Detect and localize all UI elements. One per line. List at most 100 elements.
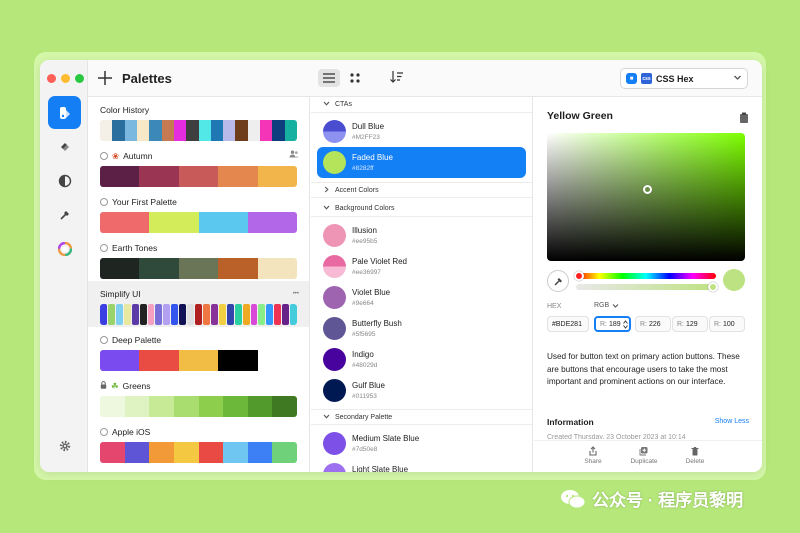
- color-swatch[interactable]: [178, 350, 219, 371]
- color-swatch[interactable]: [124, 396, 150, 417]
- color-swatch[interactable]: [250, 304, 258, 325]
- color-swatch[interactable]: [218, 350, 258, 371]
- saturation-knob[interactable]: [643, 185, 652, 194]
- color-swatch[interactable]: [198, 396, 224, 417]
- chevron-down-icon[interactable]: [323, 413, 330, 422]
- alpha-knob[interactable]: [708, 282, 718, 292]
- eyedropper-button[interactable]: [547, 270, 569, 292]
- radio-button[interactable]: [100, 198, 108, 206]
- color-swatch[interactable]: [173, 120, 187, 141]
- color-swatch[interactable]: [247, 396, 273, 417]
- color-swatch[interactable]: [147, 304, 155, 325]
- close-window-button[interactable]: [47, 74, 56, 83]
- color-swatch[interactable]: [173, 442, 199, 463]
- chevron-down-icon[interactable]: [323, 100, 330, 109]
- palette-row[interactable]: Apple iOS: [88, 419, 309, 465]
- color-swatch[interactable]: [257, 258, 297, 279]
- palette-swatch-strip[interactable]: [100, 304, 297, 325]
- color-swatch[interactable]: [247, 212, 297, 233]
- color-row[interactable]: Light Slate Blue: [317, 459, 526, 472]
- more-icon[interactable]: •••: [293, 291, 299, 297]
- color-swatch[interactable]: [266, 304, 274, 325]
- color-swatch[interactable]: [274, 304, 282, 325]
- settings-button[interactable]: [48, 438, 81, 454]
- color-swatch[interactable]: [124, 442, 150, 463]
- color-swatch[interactable]: [124, 120, 137, 141]
- alpha-slider[interactable]: [576, 284, 716, 290]
- color-row[interactable]: Pale Violet Red #ee36997: [317, 251, 526, 282]
- color-swatch[interactable]: [187, 304, 195, 325]
- color-swatch[interactable]: [139, 350, 179, 371]
- list-view-button[interactable]: [318, 69, 340, 87]
- color-swatch[interactable]: [247, 442, 273, 463]
- red-input[interactable]: R: 189: [594, 316, 631, 332]
- color-swatch[interactable]: [260, 120, 273, 141]
- color-swatch[interactable]: [139, 304, 147, 325]
- color-swatch[interactable]: [226, 304, 234, 325]
- color-swatch[interactable]: [115, 304, 123, 325]
- duplicate-button[interactable]: Duplicate: [619, 446, 669, 465]
- color-swatch[interactable]: [198, 442, 224, 463]
- palette-row[interactable]: Earth Tones: [88, 235, 309, 281]
- color-swatch[interactable]: [242, 304, 250, 325]
- color-swatch[interactable]: [107, 304, 115, 325]
- palette-swatch-strip[interactable]: [100, 166, 297, 187]
- color-swatch[interactable]: [198, 120, 211, 141]
- green-input[interactable]: R: 226: [635, 316, 671, 332]
- color-swatch[interactable]: [161, 120, 174, 141]
- color-row[interactable]: Violet Blue #9e664: [317, 282, 526, 313]
- color-swatch[interactable]: [186, 120, 199, 141]
- color-row[interactable]: Butterfly Bush #5f5695: [317, 313, 526, 344]
- color-swatch[interactable]: [257, 166, 297, 187]
- color-swatch[interactable]: [282, 304, 290, 325]
- color-swatch[interactable]: [258, 304, 266, 325]
- color-swatch[interactable]: [290, 304, 297, 325]
- palette-swatch-strip[interactable]: [100, 442, 297, 463]
- radio-button[interactable]: [100, 244, 108, 252]
- color-swatch[interactable]: [223, 396, 248, 417]
- palette-row[interactable]: Your First Palette: [88, 189, 309, 235]
- color-swatch[interactable]: [149, 396, 174, 417]
- rgb-mode-select[interactable]: RGB: [594, 302, 619, 309]
- color-group-header[interactable]: Secondary Palette: [311, 409, 532, 425]
- color-swatch[interactable]: [218, 166, 258, 187]
- color-swatch[interactable]: [234, 304, 242, 325]
- palette-swatch-strip[interactable]: [100, 350, 297, 371]
- rail-eyedropper-button[interactable]: [48, 198, 81, 231]
- zoom-window-button[interactable]: [75, 74, 84, 83]
- rail-color-wheel-button[interactable]: [48, 232, 81, 265]
- rail-palettes-button[interactable]: [48, 96, 81, 129]
- delete-button[interactable]: Delete: [670, 446, 720, 465]
- show-less-button[interactable]: Show Less: [715, 418, 749, 425]
- palette-row[interactable]: Deep Palette: [88, 327, 309, 373]
- share-button[interactable]: Share: [568, 446, 618, 465]
- color-swatch[interactable]: [223, 442, 248, 463]
- color-swatch[interactable]: [210, 120, 224, 141]
- color-swatch[interactable]: [257, 350, 297, 371]
- color-swatch[interactable]: [100, 166, 140, 187]
- color-swatch[interactable]: [178, 258, 219, 279]
- color-swatch[interactable]: [247, 120, 261, 141]
- color-row[interactable]: Gulf Blue #011953: [317, 375, 526, 406]
- color-row[interactable]: Faded Blue #8282ff: [317, 147, 526, 178]
- color-swatch[interactable]: [149, 212, 199, 233]
- color-swatch[interactable]: [218, 258, 258, 279]
- color-swatch[interactable]: [139, 258, 179, 279]
- minimize-window-button[interactable]: [61, 74, 70, 83]
- color-swatch[interactable]: [284, 120, 297, 141]
- color-swatch[interactable]: [136, 120, 150, 141]
- add-palette-button[interactable]: [98, 67, 112, 94]
- color-swatch[interactable]: [163, 304, 171, 325]
- color-swatch[interactable]: [202, 304, 210, 325]
- color-swatch[interactable]: [139, 166, 179, 187]
- color-swatch[interactable]: [178, 166, 219, 187]
- color-group-header[interactable]: CTAs: [311, 97, 532, 113]
- color-swatch[interactable]: [149, 442, 174, 463]
- color-swatch[interactable]: [272, 442, 297, 463]
- chevron-right-icon[interactable]: [323, 186, 330, 195]
- color-swatch[interactable]: [100, 120, 113, 141]
- color-swatch[interactable]: [173, 396, 199, 417]
- sort-button[interactable]: [390, 70, 404, 89]
- alpha-input[interactable]: R: 100: [709, 316, 745, 332]
- grid-view-button[interactable]: [344, 69, 366, 87]
